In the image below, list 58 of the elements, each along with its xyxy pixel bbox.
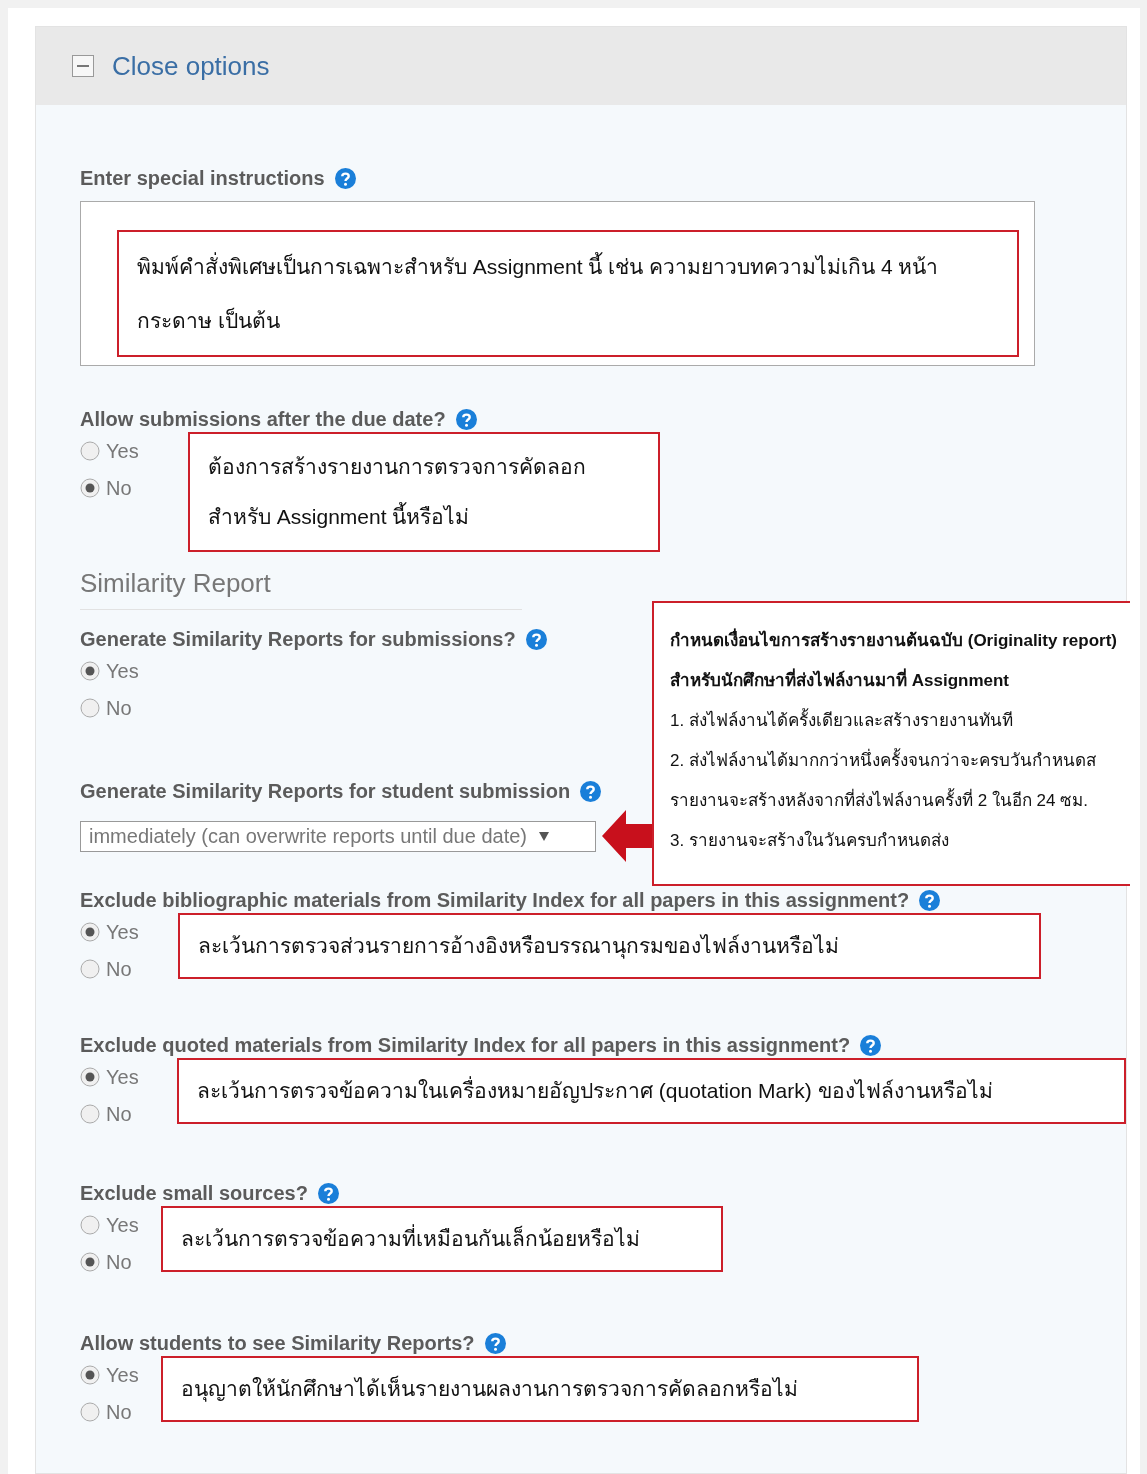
field-label: Exclude quoted materials from Similarity Index for all papers in this assignment? — [80, 1033, 851, 1058]
field-label: Exclude small sources? — [80, 1181, 308, 1206]
radio-label[interactable]: Yes — [106, 435, 139, 466]
radio-button[interactable] — [80, 660, 100, 681]
help-icon[interactable] — [317, 1182, 339, 1204]
radio-button[interactable] — [80, 1214, 100, 1235]
help-icon[interactable] — [580, 780, 602, 802]
radio-button[interactable] — [80, 958, 100, 979]
instructions-textarea[interactable]: พิมพ์คำสั่งพิเศษเป็นการเฉพาะสำหรับ Assignment นี้ เช่น ความยาวบทความไม่เกิน 4 หน้ากระดาษ เป็นต้น — [80, 201, 1035, 366]
radio-button[interactable] — [80, 477, 100, 498]
radio-label[interactable]: No — [106, 1098, 132, 1129]
help-icon[interactable] — [919, 889, 941, 911]
radio-button[interactable] — [80, 1066, 100, 1087]
field-label: Generate Similarity Reports for student submission — [80, 779, 571, 804]
radio-button[interactable] — [80, 1251, 100, 1272]
field-label: Exclude bibliographic materials from Similarity Index for all papers in this assignment? — [80, 888, 910, 913]
radio-label[interactable]: Yes — [106, 1209, 139, 1240]
field-label: Enter special instructions — [80, 166, 325, 191]
field-label: Allow submissions after the due date? — [80, 407, 446, 432]
help-icon[interactable] — [860, 1034, 882, 1056]
annotation-note: ละเว้นการตรวจส่วนรายการอ้างอิงหรือบรรณานุกรมของไฟล์งานหรือไม่ — [178, 913, 1041, 979]
radio-button[interactable] — [80, 1364, 100, 1385]
callout-line: รายงานจะสร้างหลังจากที่ส่งไฟล์งานครั้งที่ 2 ในอีก 24 ซม. — [670, 781, 1088, 821]
radio-label[interactable]: Yes — [106, 1061, 139, 1092]
help-icon[interactable] — [484, 1332, 506, 1354]
radio-label[interactable]: No — [106, 953, 132, 984]
radio-label[interactable]: No — [106, 472, 132, 503]
collapse-icon[interactable] — [72, 55, 94, 77]
panel-title[interactable]: Close options — [112, 46, 270, 86]
callout-line: 2. ส่งไฟล์งานได้มากกว่าหนึ่งครั้งจนกว่าจะครบวันกำหนดส — [670, 741, 1096, 781]
annotation-note: ต้องการสร้างรายงานการตรวจการคัดลอก สำหรับ Assignment นี้หรือไม่ — [188, 432, 660, 552]
section-heading: Similarity Report — [80, 564, 522, 610]
annotation-note: ละเว้นการตรวจข้อความที่เหมือนกันเล็กน้อยหรือไม่ — [161, 1206, 723, 1272]
radio-label[interactable]: No — [106, 692, 132, 723]
annotation-note: พิมพ์คำสั่งพิเศษเป็นการเฉพาะสำหรับ Assignment นี้ เช่น ความยาวบทความไม่เกิน 4 หน้ากระดาษ เป็นต้น — [117, 230, 1019, 357]
annotation-note: อนุญาตให้นักศึกษาได้เห็นรายงานผลงานการตรวจการคัดลอกหรือไม่ — [161, 1356, 919, 1422]
annotation-note: ละเว้นการตรวจข้อความในเครื่องหมายอัญประกาศ (quotation Mark) ของไฟล์งานหรือไม่ — [177, 1058, 1126, 1124]
radio-button[interactable] — [80, 921, 100, 942]
callout-line: 3. รายงานจะสร้างในวันครบกำหนดส่ง — [670, 829, 949, 852]
arrow-icon — [602, 810, 652, 862]
radio-button[interactable] — [80, 1103, 100, 1124]
callout-title: กำหนดเงื่อนไขการสร้างรายงานต้นฉบับ (Originality report) สำหรับนักศึกษาที่ส่งไฟล์งานมาที่ Assignment — [670, 621, 1130, 701]
field-label: Allow students to see Similarity Reports? — [80, 1331, 475, 1356]
caret-icon — [538, 831, 549, 841]
radio-label[interactable]: Yes — [106, 1359, 139, 1390]
radio-label[interactable]: No — [106, 1246, 132, 1277]
callout-line: 1. ส่งไฟล์งานได้ครั้งเดียวและสร้างรายงานทันที — [670, 701, 1013, 741]
radio-button[interactable] — [80, 1401, 100, 1422]
radio-label[interactable]: Yes — [106, 655, 139, 686]
radio-button[interactable] — [80, 440, 100, 461]
radio-label[interactable]: No — [106, 1396, 132, 1427]
radio-label[interactable]: Yes — [106, 916, 139, 947]
field-label: Generate Similarity Reports for submissions? — [80, 627, 516, 652]
help-icon[interactable] — [334, 167, 356, 189]
report-timing-dropdown[interactable]: immediately (can overwrite reports until due date) — [80, 820, 596, 852]
help-icon[interactable] — [525, 628, 547, 650]
radio-button[interactable] — [80, 697, 100, 718]
help-icon[interactable] — [455, 408, 477, 430]
